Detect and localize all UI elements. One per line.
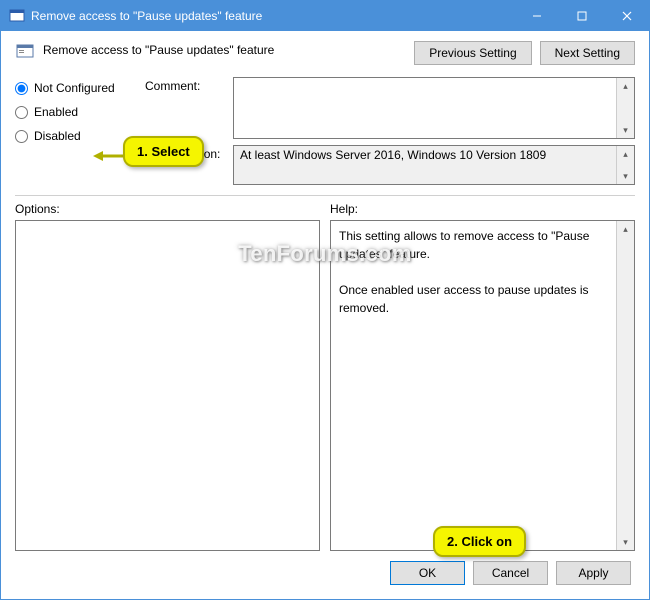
supported-value: At least Windows Server 2016, Windows 10… bbox=[234, 146, 616, 184]
policy-editor-window: Remove access to "Pause updates" feature… bbox=[0, 0, 650, 600]
radio-not-configured[interactable]: Not Configured bbox=[15, 81, 145, 95]
callout-select: 1. Select bbox=[123, 136, 204, 167]
policy-icon bbox=[15, 41, 35, 61]
radio-enabled[interactable]: Enabled bbox=[15, 105, 145, 119]
help-value: This setting allows to remove access to … bbox=[331, 221, 616, 550]
scroll-down-icon[interactable]: ▾ bbox=[617, 168, 634, 184]
comment-label: Comment: bbox=[145, 77, 225, 93]
cancel-button[interactable]: Cancel bbox=[473, 561, 548, 585]
comment-input[interactable] bbox=[234, 78, 616, 138]
previous-setting-button[interactable]: Previous Setting bbox=[414, 41, 531, 65]
content-area: Remove access to "Pause updates" feature… bbox=[1, 31, 649, 599]
supported-scrollbar[interactable]: ▴ ▾ bbox=[616, 146, 634, 184]
lower-panels: Options: Help: This setting allows to re… bbox=[15, 202, 635, 551]
apply-button[interactable]: Apply bbox=[556, 561, 631, 585]
separator bbox=[15, 195, 635, 196]
config-area: Not Configured Enabled Disabled Comment: bbox=[15, 77, 635, 185]
options-label: Options: bbox=[15, 202, 320, 216]
supported-box: At least Windows Server 2016, Windows 10… bbox=[233, 145, 635, 185]
radio-enabled-input[interactable] bbox=[15, 106, 28, 119]
radio-enabled-label: Enabled bbox=[34, 105, 78, 119]
scroll-down-icon[interactable]: ▾ bbox=[617, 534, 634, 550]
help-scrollbar[interactable]: ▴ ▾ bbox=[616, 221, 634, 550]
window-title: Remove access to "Pause updates" feature bbox=[31, 9, 514, 23]
comment-scrollbar[interactable]: ▴ ▾ bbox=[616, 78, 634, 138]
dialog-buttons: OK Cancel Apply bbox=[15, 551, 635, 591]
comment-box[interactable]: ▴ ▾ bbox=[233, 77, 635, 139]
next-setting-button[interactable]: Next Setting bbox=[540, 41, 635, 65]
options-value bbox=[16, 221, 319, 550]
options-box bbox=[15, 220, 320, 551]
titlebar: Remove access to "Pause updates" feature bbox=[1, 1, 649, 31]
scroll-up-icon[interactable]: ▴ bbox=[617, 146, 634, 162]
app-icon bbox=[9, 8, 25, 24]
radio-not-configured-label: Not Configured bbox=[34, 81, 115, 95]
ok-button[interactable]: OK bbox=[390, 561, 465, 585]
fields-column: Comment: ▴ ▾ Supported on: At least Wind… bbox=[145, 77, 635, 185]
policy-title: Remove access to "Pause updates" feature bbox=[43, 41, 414, 57]
help-column: Help: This setting allows to remove acce… bbox=[330, 202, 635, 551]
scroll-down-icon[interactable]: ▾ bbox=[617, 122, 634, 138]
maximize-button[interactable] bbox=[559, 1, 604, 31]
header-row: Remove access to "Pause updates" feature… bbox=[15, 41, 635, 65]
callout-arrow-icon bbox=[93, 149, 127, 163]
radio-disabled-input[interactable] bbox=[15, 130, 28, 143]
comment-row: Comment: ▴ ▾ bbox=[145, 77, 635, 139]
options-column: Options: bbox=[15, 202, 320, 551]
minimize-button[interactable] bbox=[514, 1, 559, 31]
close-button[interactable] bbox=[604, 1, 649, 31]
scroll-up-icon[interactable]: ▴ bbox=[617, 78, 634, 94]
radio-not-configured-input[interactable] bbox=[15, 82, 28, 95]
window-controls bbox=[514, 1, 649, 31]
scroll-up-icon[interactable]: ▴ bbox=[617, 221, 634, 237]
nav-buttons: Previous Setting Next Setting bbox=[414, 41, 635, 65]
state-radios: Not Configured Enabled Disabled bbox=[15, 77, 145, 185]
supported-row: Supported on: At least Windows Server 20… bbox=[145, 145, 635, 185]
radio-disabled-label: Disabled bbox=[34, 129, 81, 143]
help-label: Help: bbox=[330, 202, 635, 216]
help-box: This setting allows to remove access to … bbox=[330, 220, 635, 551]
callout-click: 2. Click on bbox=[433, 526, 526, 557]
